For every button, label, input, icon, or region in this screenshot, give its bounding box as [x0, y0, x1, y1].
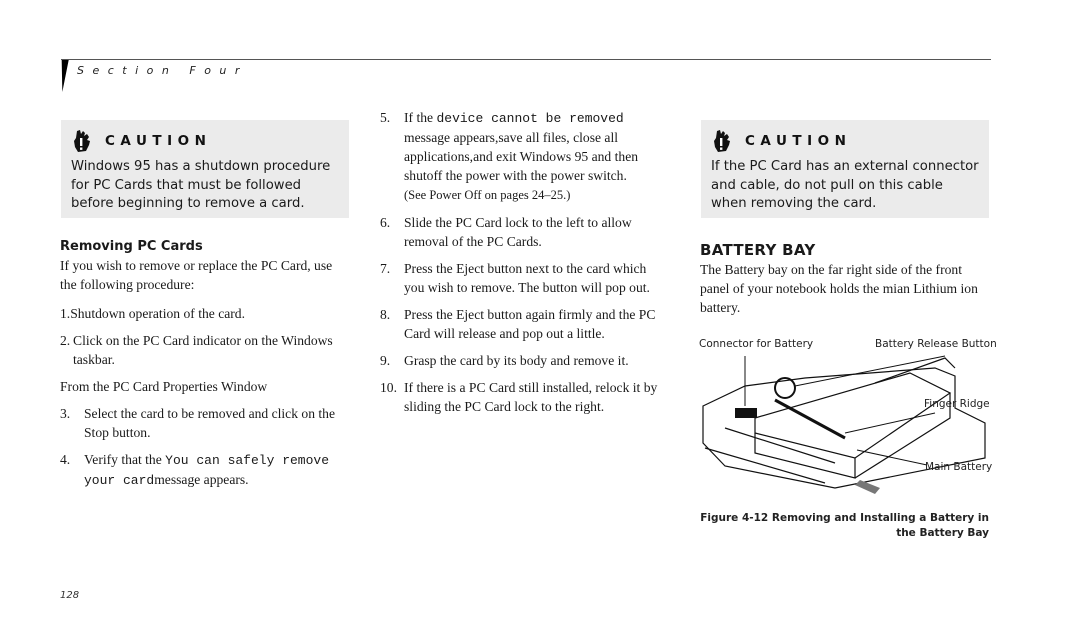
- caution-text: Windows 95 has a shutdown procedure for …: [71, 159, 331, 211]
- step-number: 2.: [60, 333, 71, 348]
- step-text-after: message appears.: [154, 472, 249, 487]
- battery-bay-section: BATTERY BAY The Battery bay on the far r…: [700, 241, 990, 317]
- step-7: 7. Press the Eject button next to the ca…: [380, 259, 670, 297]
- step-number: 9.: [380, 353, 391, 368]
- intro-paragraph: If you wish to remove or replace the PC …: [60, 258, 333, 292]
- caution-text: If the PC Card has an external connector…: [711, 159, 979, 211]
- caution-title: CAUTION: [105, 133, 212, 149]
- step-text: Select the card to be removed and click …: [84, 406, 336, 440]
- middle-column: 5. If the device cannot be removed messa…: [380, 108, 670, 416]
- callout-connector: Connector for Battery: [699, 338, 814, 350]
- step-text: Press the Eject button next to the card …: [404, 261, 650, 295]
- step-text-before: Verify that the: [84, 452, 166, 467]
- step-text: If the device cannot be removed message …: [404, 108, 670, 205]
- figure-connector: [735, 408, 757, 418]
- step-text: Press the Eject button again firmly and …: [404, 307, 656, 341]
- figure-battery-front: [754, 433, 856, 479]
- step-number: 3.: [60, 406, 71, 421]
- hand-caution-icon: [714, 130, 730, 152]
- battery-figure: [702, 355, 986, 494]
- message-text: device cannot be removed: [436, 111, 624, 126]
- subheading-removing-pc-cards: Removing PC Cards: [60, 239, 203, 254]
- step-9: 9. Grasp the card by its body and remove…: [380, 351, 670, 370]
- step-text-before: If the: [404, 110, 437, 125]
- callout-main-battery: Main Battery: [925, 461, 993, 473]
- step-number: 10.: [380, 380, 397, 395]
- caution-box-right: CAUTION If the PC Card has an external c…: [701, 120, 989, 218]
- battery-bay-title: BATTERY BAY: [700, 241, 816, 259]
- step-number: 7.: [380, 261, 391, 276]
- leader-main-battery: [856, 449, 928, 466]
- page-number: 128: [60, 590, 80, 601]
- header-rule: [61, 59, 991, 60]
- step-text-after: message appears,save all files, close al…: [404, 130, 639, 183]
- section-label: Section Four: [77, 64, 248, 77]
- section-marker: [58, 60, 69, 92]
- step-2: 2. Click on the PC Card indicator on the…: [60, 331, 350, 369]
- step-8: 8. Press the Eject button again firmly a…: [380, 305, 670, 343]
- caution-box-left: CAUTION Windows 95 has a shutdown proced…: [61, 120, 349, 218]
- step-text: Verify that the You can safely remove yo…: [84, 450, 350, 490]
- battery-bay-paragraph: The Battery bay on the far right side of…: [700, 262, 978, 315]
- step-note: (See Power Off on pages 24–25.): [404, 188, 571, 202]
- leader-finger-ridge: [844, 412, 936, 434]
- step-1: 1.Shutdown operation of the card.: [60, 306, 245, 321]
- figure-battery-top: [754, 372, 952, 459]
- step-text: Slide the PC Card lock to the left to al…: [404, 215, 632, 249]
- left-column: Removing PC Cards If you wish to remove …: [60, 237, 350, 490]
- caution-title: CAUTION: [745, 133, 852, 149]
- step-number: 6.: [380, 215, 391, 230]
- step-number: 4.: [60, 452, 71, 467]
- figure-caption: Figure 4-12 Removing and Installing a Ba…: [700, 511, 989, 541]
- step-6: 6. Slide the PC Card lock to the left to…: [380, 213, 670, 251]
- step-text: If there is a PC Card still installed, r…: [404, 380, 658, 414]
- leader-release-button: [794, 355, 946, 387]
- step-5: 5. If the device cannot be removed messa…: [380, 108, 670, 205]
- step-number: 5.: [380, 110, 391, 125]
- step-3: 3. Select the card to be removed and cli…: [60, 404, 350, 442]
- step-4: 4. Verify that the You can safely remove…: [60, 450, 350, 490]
- step-number: 8.: [380, 307, 391, 322]
- step-text: Grasp the card by its body and remove it…: [404, 353, 629, 368]
- figure-caption-line1: Figure 4-12 Removing and Installing a Ba…: [700, 512, 989, 524]
- figure-caption-line2: the Battery Bay: [896, 527, 989, 539]
- callout-finger-ridge: Finger Ridge: [924, 398, 990, 410]
- hand-caution-icon: [74, 130, 90, 152]
- step-10: 10. If there is a PC Card still installe…: [380, 378, 670, 416]
- callout-release-button: Battery Release Button: [875, 338, 997, 350]
- properties-heading: From the PC Card Properties Window: [60, 379, 268, 394]
- step-text: Click on the PC Card indicator on the Wi…: [73, 333, 333, 367]
